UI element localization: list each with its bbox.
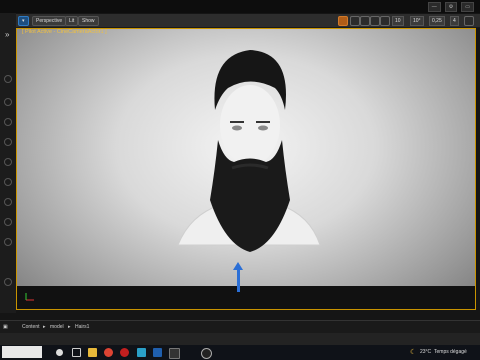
breadcrumb-model[interactable]: model	[50, 324, 64, 330]
panel-item-icon[interactable]	[4, 75, 12, 83]
perspective-button[interactable]: Perspective	[32, 16, 67, 26]
app-icon[interactable]	[137, 348, 146, 357]
settings-icon[interactable]: ⚙	[444, 1, 458, 12]
panel-item-icon[interactable]	[4, 178, 12, 186]
photoshop-icon[interactable]	[153, 348, 162, 357]
bust-model-illustration	[177, 50, 321, 252]
taskbar-search-box[interactable]	[2, 346, 42, 358]
left-panel-strip: »	[0, 13, 16, 313]
scale-snap-value[interactable]: 0,25	[429, 16, 445, 26]
window-icon[interactable]: ▭	[461, 1, 474, 12]
show-button[interactable]: Show	[78, 16, 99, 26]
search-icon[interactable]	[56, 349, 63, 356]
world-local-icon[interactable]	[380, 16, 390, 26]
grid-snap-value[interactable]: 10	[392, 16, 404, 26]
rotate-tool-icon[interactable]	[360, 16, 370, 26]
opera-icon[interactable]	[120, 348, 129, 357]
breadcrumb-separator: ▸	[43, 324, 46, 330]
lit-button[interactable]: Lit	[65, 16, 79, 26]
realtime-toggle-icon[interactable]	[338, 16, 348, 26]
app-icon[interactable]	[169, 348, 180, 359]
panel-item-icon[interactable]	[4, 198, 12, 206]
scale-tool-icon[interactable]	[370, 16, 380, 26]
collapse-toggle-icon[interactable]: »	[5, 30, 9, 39]
viewport-toolbar: ▾ Perspective Lit Show 10 10° 0,25 4	[16, 14, 480, 28]
content-browser-area	[0, 333, 480, 345]
editor-top-bar: — ⚙ ▭	[0, 0, 480, 13]
panel-item-icon[interactable]	[4, 98, 12, 106]
pilot-label: [ Pilot Active - CineCameraActor1 ]	[22, 29, 107, 35]
weather-temp: 23°C	[420, 349, 432, 355]
weather-text: Temps dégagé	[434, 349, 467, 355]
task-view-icon[interactable]	[72, 348, 81, 357]
panel-item-icon[interactable]	[4, 218, 12, 226]
maximize-viewport-icon[interactable]	[464, 16, 474, 26]
chrome-icon[interactable]	[104, 348, 113, 357]
viewport-floor	[17, 286, 475, 309]
minimize-icon[interactable]: —	[427, 1, 441, 12]
transform-gizmo-axis[interactable]	[237, 268, 240, 292]
panel-item-icon[interactable]	[4, 138, 12, 146]
top-right-controls: — ⚙ ▭	[427, 1, 474, 12]
panel-item-icon[interactable]	[4, 118, 12, 126]
breadcrumb-separator: ▸	[68, 324, 71, 330]
panel-item-icon[interactable]	[4, 278, 12, 286]
camera-speed-value[interactable]: 4	[450, 16, 459, 26]
panel-item-icon[interactable]	[4, 238, 12, 246]
rotation-snap-value[interactable]: 10°	[410, 16, 424, 26]
breadcrumb-hairs[interactable]: Hairs1	[75, 324, 89, 330]
folder-icon[interactable]: ▣	[3, 324, 8, 330]
unreal-engine-icon[interactable]	[201, 348, 212, 359]
panel-item-icon[interactable]	[4, 158, 12, 166]
file-explorer-icon[interactable]	[88, 348, 97, 357]
breadcrumb-content[interactable]: Content	[22, 324, 40, 330]
translate-tool-icon[interactable]	[350, 16, 360, 26]
weather-icon: ☾	[410, 349, 417, 356]
content-browser-bar: ▣ Content ▸ model ▸ Hairs1	[0, 320, 480, 334]
viewport-options-button[interactable]: ▾	[18, 16, 29, 26]
axis-indicator-icon	[25, 293, 34, 301]
